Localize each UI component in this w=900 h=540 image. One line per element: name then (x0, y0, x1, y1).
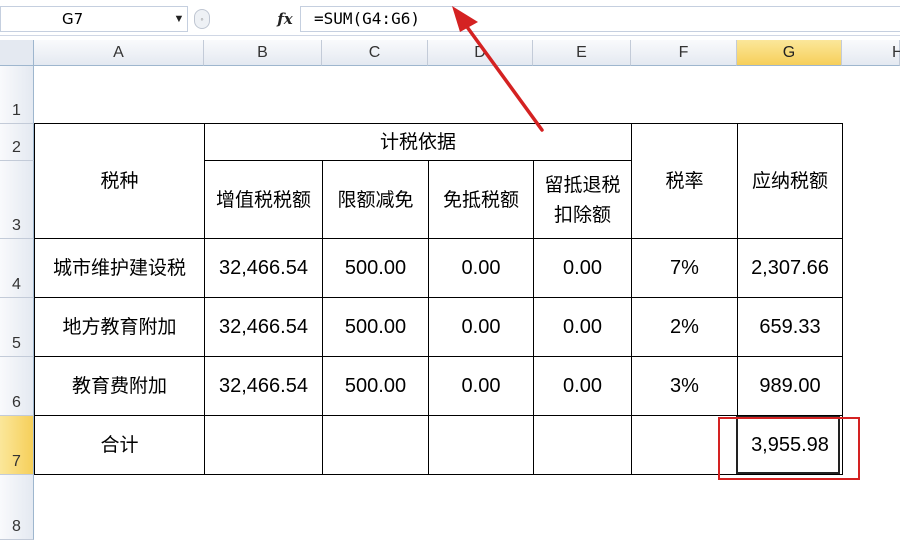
annotation-arrow (452, 6, 544, 132)
